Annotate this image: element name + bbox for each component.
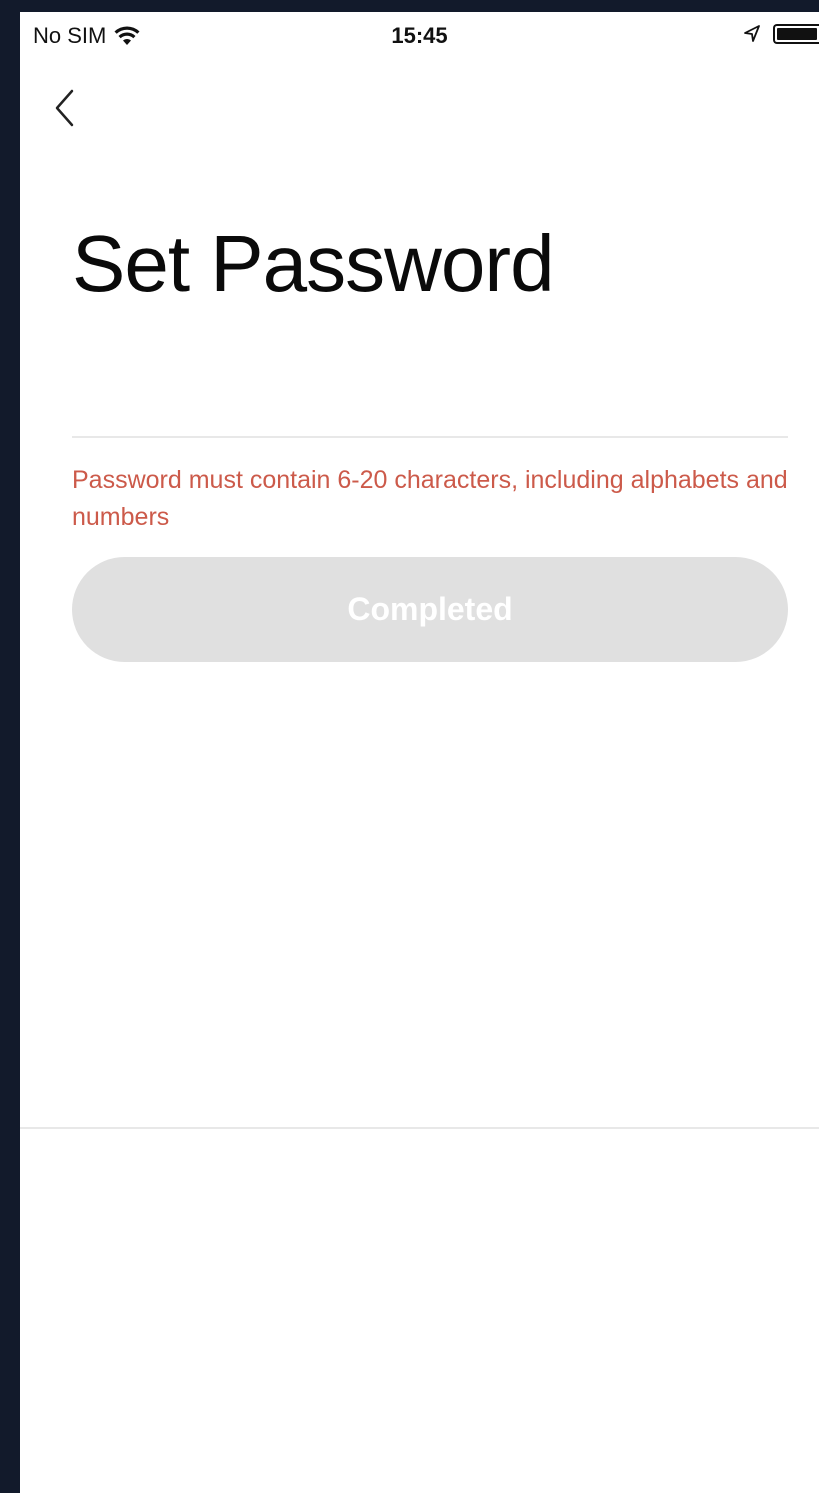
password-input[interactable] — [72, 372, 788, 438]
status-time: 15:45 — [391, 23, 448, 48]
keyboard-divider — [20, 1127, 819, 1129]
status-right — [743, 24, 819, 44]
password-hint: Password must contain 6-20 characters, i… — [72, 466, 788, 531]
status-bar: No SIM 15:45 — [20, 12, 819, 58]
device-frame-left — [0, 0, 20, 1493]
device-frame-top — [0, 0, 819, 12]
location-arrow-icon — [744, 25, 760, 42]
battery-icon — [773, 24, 819, 44]
completed-button[interactable]: Completed — [72, 557, 788, 662]
app-screen: No SIM 15:45 Set Password Password must … — [20, 12, 819, 1493]
back-button[interactable] — [42, 82, 86, 134]
page-title: Set Password — [72, 219, 555, 308]
chevron-left-icon — [55, 89, 74, 127]
